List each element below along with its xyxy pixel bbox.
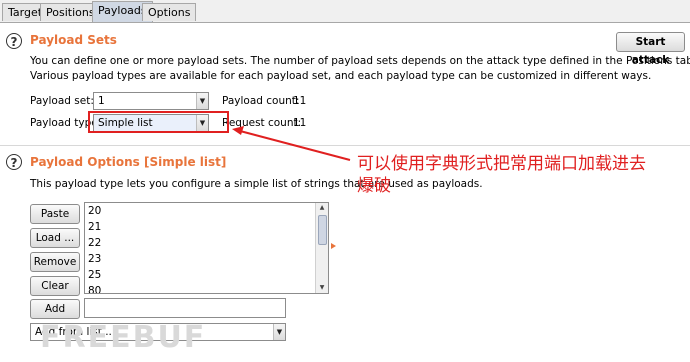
watermark: FREEBUF xyxy=(40,320,207,355)
annotation-text-line2: 爆破 xyxy=(357,176,391,196)
annotation-text-line1: 可以使用字典形式把常用端口加载进去 xyxy=(357,154,646,174)
annotation-arrow xyxy=(232,126,351,161)
